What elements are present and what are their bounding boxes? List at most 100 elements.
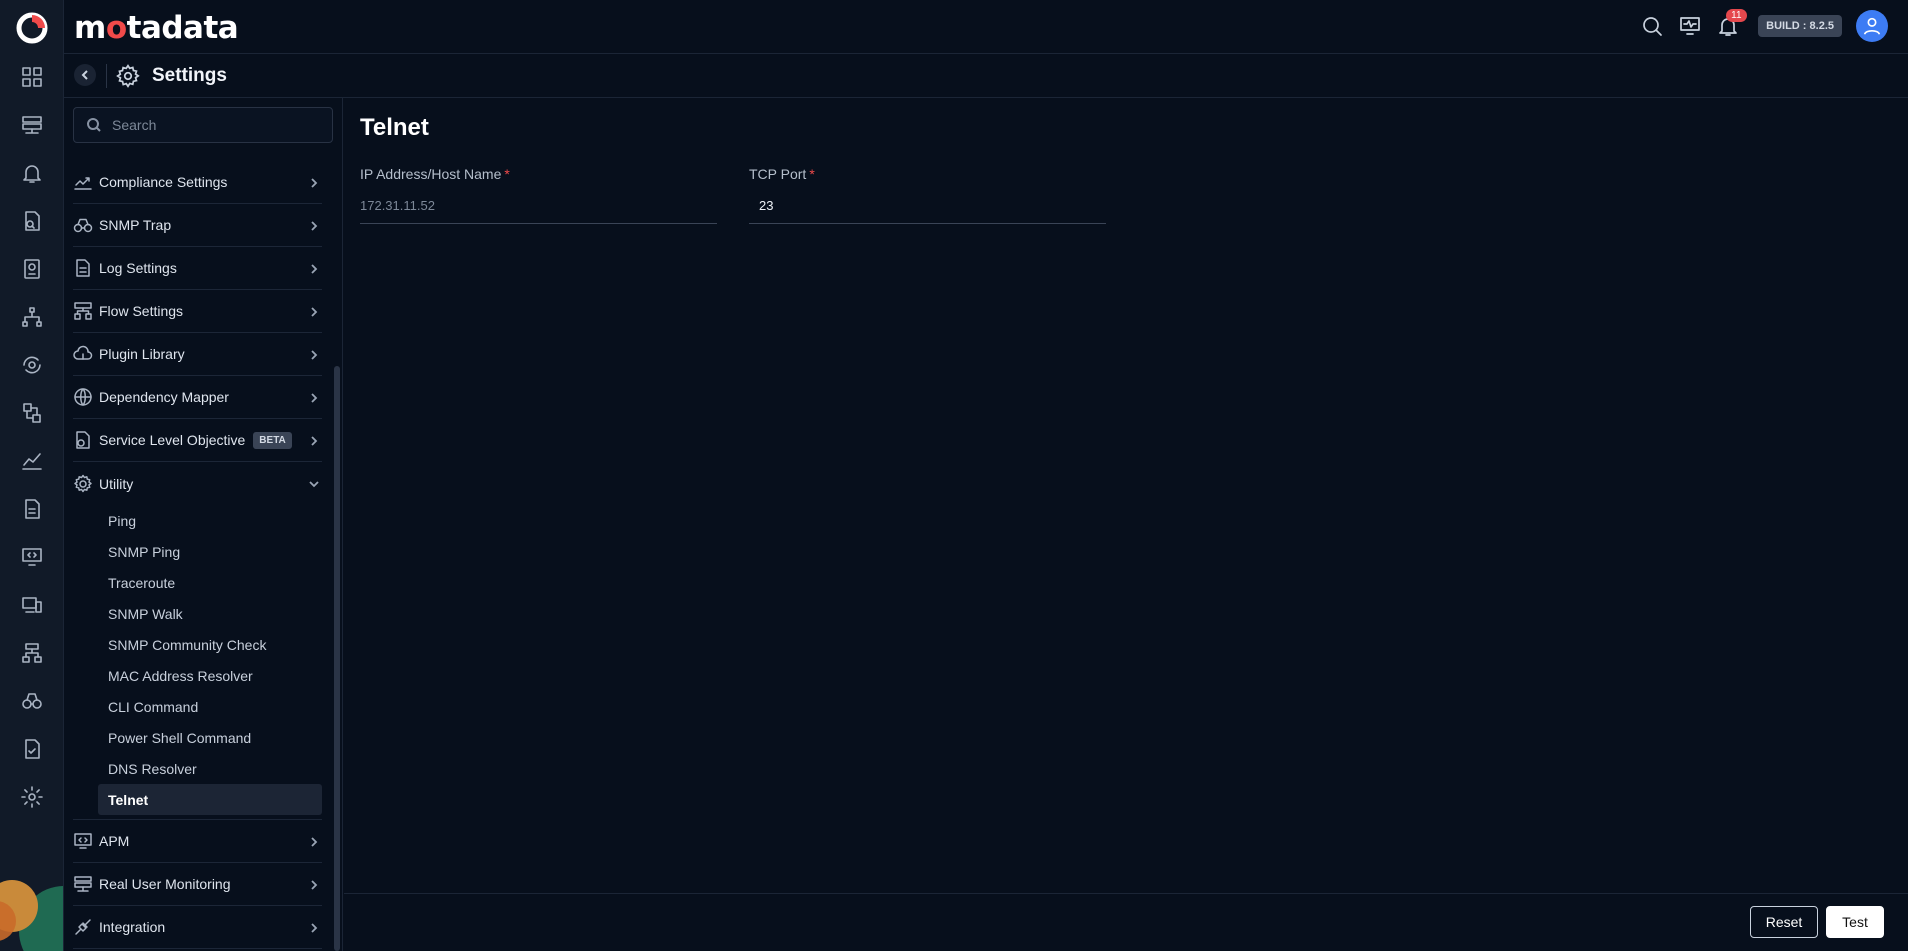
network-icon[interactable] — [19, 640, 45, 666]
plug-icon — [73, 917, 93, 937]
sidebar-item-service-level-objective[interactable]: Service Level Objective BETA — [73, 419, 322, 462]
transfer-icon[interactable] — [19, 400, 45, 426]
sidebar-item-label: Compliance Settings — [99, 174, 228, 190]
ip-address-input[interactable]: 172.31.11.52 — [360, 194, 717, 224]
dashboard-icon[interactable] — [19, 64, 45, 90]
monitor-refresh-icon[interactable] — [19, 352, 45, 378]
decorative-shapes — [0, 861, 63, 951]
sidebar-search-input[interactable] — [112, 117, 312, 133]
sidebar-item-flow-settings[interactable]: Flow Settings — [73, 290, 322, 333]
document-icon[interactable] — [19, 256, 45, 282]
flow-icon — [73, 301, 93, 321]
sidebar-item-apm[interactable]: APM — [73, 820, 322, 863]
sub-item-dns-resolver[interactable]: DNS Resolver — [98, 753, 322, 784]
sidebar-item-label: Service Level Objective — [99, 432, 246, 448]
rum-icon — [73, 874, 93, 894]
chevron-right-icon — [308, 878, 320, 890]
tcp-port-input[interactable]: 23 — [749, 194, 1106, 224]
page-header-title: Settings — [152, 65, 227, 86]
motadata-logo-icon[interactable] — [15, 11, 49, 45]
sidebar-item-utility[interactable]: Utility — [73, 462, 322, 505]
sub-item-snmp-community-check[interactable]: SNMP Community Check — [98, 629, 322, 660]
sidebar-item-snmp-trap[interactable]: SNMP Trap — [73, 204, 322, 247]
page-title: Telnet — [360, 114, 429, 141]
bell-icon[interactable] — [19, 160, 45, 186]
sub-item-snmp-walk[interactable]: SNMP Walk — [98, 598, 322, 629]
sub-item-traceroute[interactable]: Traceroute — [98, 567, 322, 598]
slo-icon — [73, 430, 93, 450]
beta-badge: BETA — [253, 431, 292, 449]
sidebar-item-real-user-monitoring[interactable]: Real User Monitoring — [73, 863, 322, 906]
chevron-right-icon — [308, 348, 320, 360]
user-avatar[interactable] — [1856, 10, 1888, 42]
sidebar-item-label: Plugin Library — [99, 346, 185, 362]
sidebar-item-log-settings[interactable]: Log Settings — [73, 247, 322, 290]
chevron-right-icon — [308, 262, 320, 274]
search-icon[interactable] — [1640, 14, 1664, 38]
chevron-right-icon — [308, 835, 320, 847]
form-footer: Reset Test — [344, 893, 1908, 951]
notification-count-badge: 11 — [1726, 9, 1747, 22]
sub-item-power-shell-command[interactable]: Power Shell Command — [98, 722, 322, 753]
chevron-right-icon — [308, 176, 320, 188]
header-divider — [106, 64, 107, 88]
gear-icon[interactable] — [19, 784, 45, 810]
sidebar-item-label: Utility — [99, 475, 134, 492]
chevron-right-icon — [308, 219, 320, 231]
sidebar-item-compliance-settings[interactable]: Compliance Settings — [73, 161, 322, 204]
utility-sub-list: Ping SNMP Ping Traceroute SNMP Walk SNMP… — [73, 505, 322, 820]
settings-gear-icon — [115, 63, 141, 89]
sidebar-item-label: Real User Monitoring — [99, 876, 231, 892]
sub-item-telnet[interactable]: Telnet — [98, 784, 322, 815]
device-icon[interactable] — [19, 592, 45, 618]
tcp-port-field: TCP Port * 23 — [749, 166, 1106, 224]
ip-address-field: IP Address/Host Name * 172.31.11.52 — [360, 166, 717, 224]
code-monitor-icon[interactable] — [19, 544, 45, 570]
globe-icon — [73, 387, 93, 407]
chevron-right-icon — [308, 921, 320, 933]
sidebar-item-label: SNMP Trap — [99, 217, 172, 233]
chevron-right-icon — [308, 305, 320, 317]
sub-item-cli-command[interactable]: CLI Command — [98, 691, 322, 722]
sidebar-item-label: Integration — [99, 919, 166, 935]
topology-icon[interactable] — [19, 304, 45, 330]
log-search-icon[interactable] — [19, 208, 45, 234]
settings-header: Settings — [64, 54, 1908, 98]
app-root: motadata 11 BUILD : 8.2.5 Settings Comp — [0, 0, 1908, 951]
sidebar-item-plugin-library[interactable]: Plugin Library — [73, 333, 322, 376]
sidebar-item-label: Log Settings — [99, 260, 177, 276]
required-mark: * — [504, 166, 510, 182]
sidebar-item-dependency-mapper[interactable]: Dependency Mapper — [73, 376, 322, 419]
settings-nav: Compliance Settings SNMP Trap Log Settin… — [73, 161, 322, 949]
log-file-icon — [73, 258, 93, 278]
checklist-icon[interactable] — [19, 736, 45, 762]
notification-bell-icon[interactable]: 11 — [1716, 9, 1747, 38]
reset-button[interactable]: Reset — [1750, 906, 1818, 938]
compliance-icon — [73, 172, 93, 192]
sub-item-mac-address-resolver[interactable]: MAC Address Resolver — [98, 660, 322, 691]
sidebar-scrollbar[interactable] — [334, 366, 340, 951]
sidebar-item-integration[interactable]: Integration — [73, 906, 322, 949]
test-button[interactable]: Test — [1826, 906, 1884, 938]
back-button[interactable] — [74, 64, 96, 86]
utility-gear-icon — [73, 474, 93, 494]
sub-item-ping[interactable]: Ping — [98, 505, 322, 536]
brand-logo[interactable]: motadata — [74, 10, 239, 46]
chevron-right-icon — [308, 391, 320, 403]
server-icon[interactable] — [19, 112, 45, 138]
sidebar-item-label: Dependency Mapper — [99, 389, 229, 405]
settings-sidebar: Compliance Settings SNMP Trap Log Settin… — [64, 98, 343, 951]
ip-address-label-text: IP Address/Host Name — [360, 166, 502, 182]
sidebar-item-label: Flow Settings — [99, 303, 184, 319]
chevron-down-icon — [308, 477, 320, 489]
ip-address-label: IP Address/Host Name * — [360, 166, 510, 182]
search-icon — [87, 118, 101, 132]
binoculars-icon[interactable] — [19, 688, 45, 714]
apm-icon — [73, 831, 93, 851]
sub-item-snmp-ping[interactable]: SNMP Ping — [98, 536, 322, 567]
tcp-port-label-text: TCP Port — [749, 166, 807, 182]
chart-line-icon[interactable] — [19, 448, 45, 474]
required-mark: * — [809, 166, 815, 182]
monitor-pulse-icon[interactable] — [1678, 14, 1702, 38]
file-icon[interactable] — [19, 496, 45, 522]
